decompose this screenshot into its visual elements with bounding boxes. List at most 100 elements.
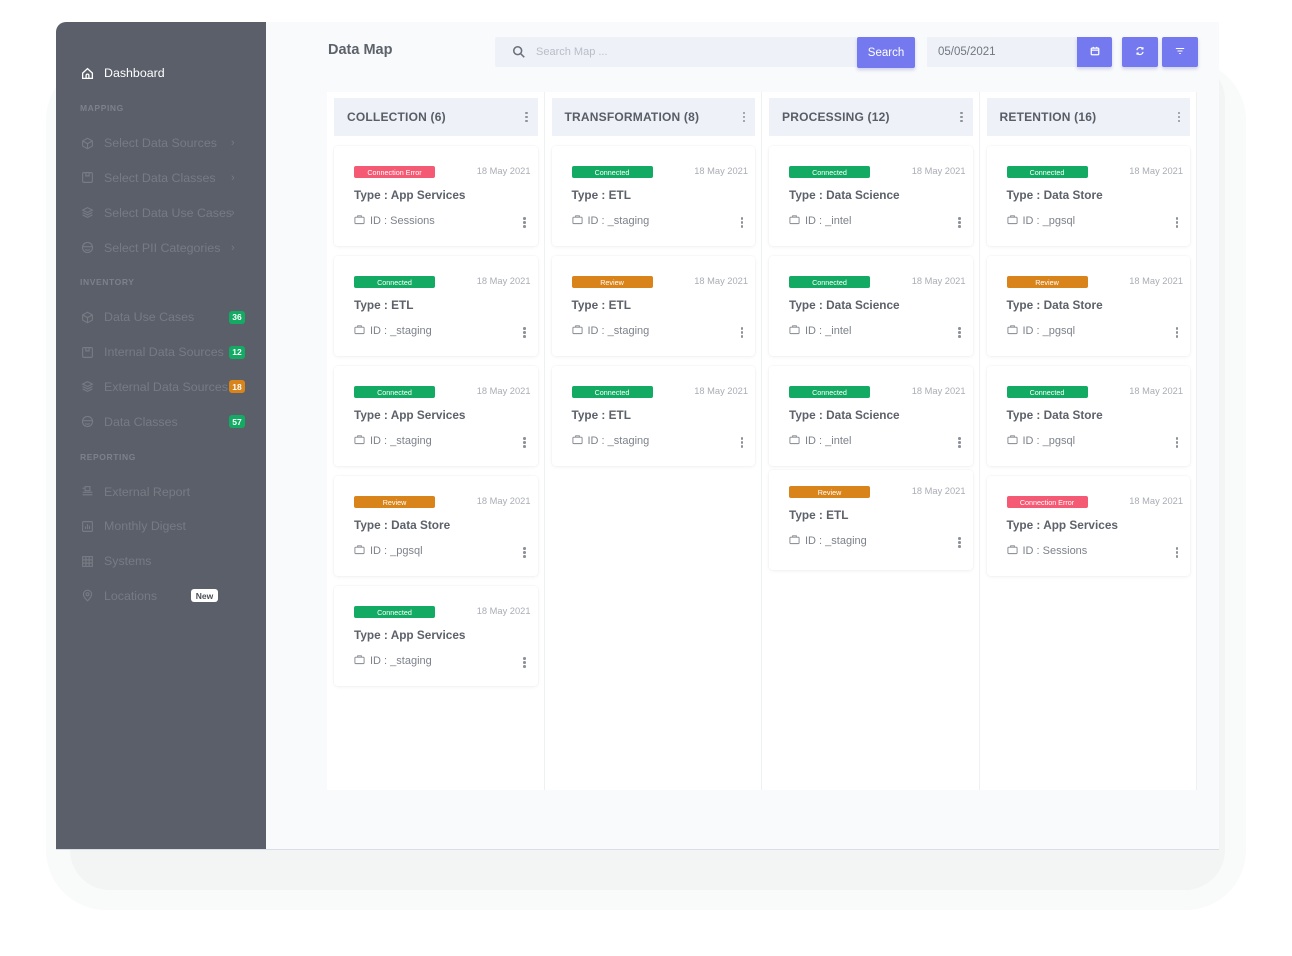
search-field[interactable] bbox=[495, 37, 857, 67]
card-type: Type : App Services bbox=[354, 628, 466, 642]
status-badge: Connected bbox=[1006, 386, 1088, 398]
card-date: 18 May 2021 bbox=[476, 166, 531, 176]
card-id-text: ID : _intel bbox=[805, 215, 852, 227]
sidebar-item-label: Data Use Cases bbox=[104, 310, 195, 325]
card-id: ID : _pgsql bbox=[354, 544, 423, 558]
sidebar-item-select-data-classes[interactable]: Select Data Classes › bbox=[56, 161, 266, 196]
card-id: ID : _staging bbox=[571, 324, 649, 338]
section-title-inventory: INVENTORY bbox=[80, 277, 135, 288]
card-id: ID : _staging bbox=[354, 324, 432, 338]
status-badge: Connection Error bbox=[1006, 496, 1088, 508]
sidebar-item-data-classes[interactable]: Data Classes 57 bbox=[56, 404, 266, 439]
data-card[interactable]: Connected 18 May 2021 Type : Data Store … bbox=[986, 366, 1190, 466]
sidebar-item-systems[interactable]: Systems bbox=[56, 544, 266, 579]
data-card[interactable]: Connected 18 May 2021 Type : ETL ID : _s… bbox=[551, 366, 755, 466]
calendar-button[interactable] bbox=[1077, 37, 1112, 67]
data-card[interactable]: Connected 18 May 2021 Type : Data Scienc… bbox=[769, 366, 973, 466]
card-id-text: ID : _intel bbox=[805, 325, 852, 337]
sidebar-item-label: Systems bbox=[104, 554, 152, 569]
card-type: Type : Data Store bbox=[354, 518, 451, 532]
card-menu-icon[interactable] bbox=[1172, 437, 1182, 448]
sidebar-item-dashboard[interactable]: Dashboard bbox=[56, 56, 266, 91]
sidebar-item-label: Data Classes bbox=[104, 414, 178, 429]
data-card[interactable]: Review 18 May 2021 Type : ETL ID : _stag… bbox=[769, 470, 973, 570]
column-title: PROCESSING (12) bbox=[782, 110, 890, 124]
card-date: 18 May 2021 bbox=[694, 386, 748, 396]
filter-button[interactable] bbox=[1162, 37, 1198, 67]
card-menu-icon[interactable] bbox=[520, 217, 530, 228]
refresh-icon bbox=[1135, 43, 1145, 61]
search-button[interactable]: Search bbox=[857, 37, 915, 68]
status-badge: Review bbox=[789, 486, 870, 498]
card-type: Type : App Services bbox=[1006, 518, 1118, 532]
column-menu-icon[interactable] bbox=[739, 111, 749, 123]
card-menu-icon[interactable] bbox=[520, 327, 530, 338]
briefcase-icon bbox=[1006, 214, 1023, 228]
data-card[interactable]: Connected 18 May 2021 Type : Data Scienc… bbox=[769, 256, 973, 356]
card-id-text: ID : _pgsql bbox=[1022, 325, 1076, 337]
kanban-column: PROCESSING (12) Connected 18 May 2021 Ty… bbox=[762, 92, 980, 790]
sidebar-item-select-pii-categories[interactable]: Select PII Categories › bbox=[56, 230, 266, 265]
sidebar-item-external-data-sources[interactable]: External Data Sources 18 bbox=[56, 370, 266, 405]
data-card[interactable]: Connected 18 May 2021 Type : App Service… bbox=[334, 586, 538, 686]
sidebar-item-data-use-cases[interactable]: Data Use Cases 36 bbox=[56, 300, 266, 335]
card-menu-icon[interactable] bbox=[1172, 327, 1182, 338]
status-badge: Connected bbox=[571, 386, 653, 398]
data-card[interactable]: Connected 18 May 2021 Type : Data Scienc… bbox=[769, 146, 973, 246]
data-card[interactable]: Connected 18 May 2021 Type : ETL ID : _s… bbox=[334, 256, 538, 356]
data-card[interactable]: Review 18 May 2021 Type : ETL ID : _stag… bbox=[551, 256, 755, 356]
data-card[interactable]: Review 18 May 2021 Type : Data Store ID … bbox=[986, 256, 1190, 356]
briefcase-icon bbox=[354, 214, 370, 228]
data-card[interactable]: Connection Error 18 May 2021 Type : App … bbox=[334, 146, 538, 246]
data-card[interactable]: Connected 18 May 2021 Type : ETL ID : _s… bbox=[551, 146, 755, 246]
card-menu-icon[interactable] bbox=[955, 327, 965, 338]
card-date: 18 May 2021 bbox=[1129, 276, 1183, 286]
sidebar-item-select-data-sources[interactable]: Select Data Sources › bbox=[56, 126, 266, 161]
sidebar-item-external-report[interactable]: External Report bbox=[56, 474, 266, 509]
card-date: 18 May 2021 bbox=[911, 386, 966, 396]
new-tag: New bbox=[191, 589, 218, 603]
briefcase-icon bbox=[354, 544, 370, 558]
card-type: Type : Data Store bbox=[1006, 298, 1103, 312]
card-id: ID : _pgsql bbox=[1006, 214, 1075, 228]
card-menu-icon[interactable] bbox=[955, 437, 965, 448]
card-type: Type : Data Store bbox=[1006, 408, 1103, 422]
card-id: ID : _intel bbox=[789, 324, 851, 338]
search-input[interactable] bbox=[536, 46, 857, 58]
card-menu-icon[interactable] bbox=[520, 437, 530, 448]
card-type: Type : Data Science bbox=[789, 298, 900, 312]
card-menu-icon[interactable] bbox=[520, 547, 530, 558]
card-id: ID : Sessions bbox=[354, 214, 435, 228]
card-menu-icon[interactable] bbox=[737, 217, 747, 228]
card-menu-icon[interactable] bbox=[1172, 547, 1182, 558]
column-menu-icon[interactable] bbox=[522, 111, 532, 123]
data-card[interactable]: Connected 18 May 2021 Type : App Service… bbox=[334, 366, 538, 466]
refresh-button[interactable] bbox=[1122, 37, 1158, 67]
briefcase-icon bbox=[354, 324, 370, 338]
data-card[interactable]: Review 18 May 2021 Type : Data Store ID … bbox=[334, 476, 538, 576]
status-badge: Connected bbox=[354, 276, 435, 288]
card-id: ID : _intel bbox=[789, 214, 851, 228]
data-card[interactable]: Connected 18 May 2021 Type : Data Store … bbox=[986, 146, 1190, 246]
sidebar-item-label: Select Data Use Cases bbox=[104, 205, 233, 220]
card-menu-icon[interactable] bbox=[955, 217, 965, 228]
card-menu-icon[interactable] bbox=[955, 537, 965, 548]
column-menu-icon[interactable] bbox=[957, 111, 967, 123]
sidebar-item-internal-data-sources[interactable]: Internal Data Sources 12 bbox=[56, 335, 266, 370]
count-badge: 12 bbox=[229, 345, 245, 359]
status-badge: Review bbox=[1006, 276, 1088, 288]
column-menu-icon[interactable] bbox=[1174, 111, 1184, 123]
sidebar-item-label: Select PII Categories bbox=[104, 240, 221, 255]
card-menu-icon[interactable] bbox=[1172, 217, 1182, 228]
card-menu-icon[interactable] bbox=[520, 657, 530, 668]
sidebar-item-monthly-digest[interactable]: Monthly Digest bbox=[56, 509, 266, 544]
card-menu-icon[interactable] bbox=[737, 437, 747, 448]
date-field[interactable]: 05/05/2021 bbox=[927, 37, 1077, 67]
sidebar-item-locations[interactable]: Locations New bbox=[56, 579, 266, 614]
sidebar-item-select-data-use-cases[interactable]: Select Data Use Cases › bbox=[56, 195, 266, 230]
location-pin-icon bbox=[81, 589, 94, 602]
data-card[interactable]: Connection Error 18 May 2021 Type : App … bbox=[986, 476, 1190, 576]
briefcase-icon bbox=[354, 434, 370, 448]
card-menu-icon[interactable] bbox=[737, 327, 747, 338]
sidebar-item-label: External Data Sources bbox=[104, 379, 228, 394]
